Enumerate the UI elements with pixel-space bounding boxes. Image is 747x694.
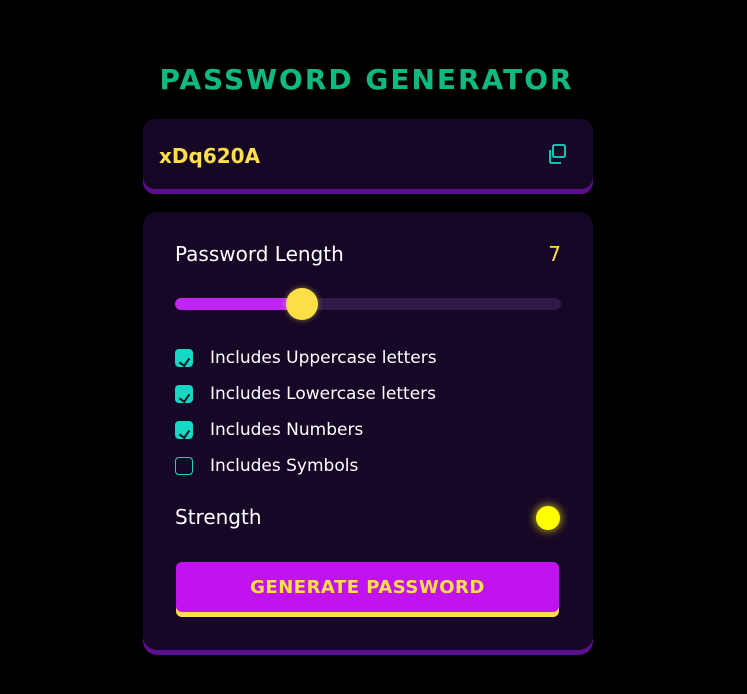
length-slider-fill — [175, 298, 303, 310]
password-length-label: Password Length — [175, 242, 344, 266]
numbers-checkbox[interactable] — [175, 421, 193, 440]
option-symbols[interactable]: Includes Symbols — [175, 454, 358, 478]
symbols-checkbox[interactable] — [175, 457, 193, 475]
check-icon — [178, 426, 191, 440]
strength-indicator — [536, 506, 560, 530]
option-numbers[interactable]: Includes Numbers — [175, 418, 363, 442]
page-title: PASSWORD GENERATOR — [159, 63, 574, 96]
check-icon — [178, 390, 191, 404]
length-slider[interactable] — [175, 288, 561, 320]
option-symbols-label: Includes Symbols — [210, 456, 359, 476]
password-generator-page: PASSWORD GENERATOR xDq620A Password Leng… — [0, 0, 747, 694]
password-length-value: 7 — [548, 242, 561, 266]
password-display: xDq620A — [143, 119, 593, 189]
generate-password-button-label: GENERATE PASSWORD — [250, 576, 485, 598]
option-lowercase-label: Includes Lowercase letters — [210, 384, 436, 404]
uppercase-checkbox[interactable] — [175, 349, 193, 368]
check-icon — [178, 354, 191, 368]
option-numbers-label: Includes Numbers — [210, 420, 364, 440]
generate-password-button[interactable]: GENERATE PASSWORD — [176, 562, 559, 612]
option-uppercase[interactable]: Includes Uppercase letters — [175, 346, 437, 370]
settings-panel: Password Length 7 Includes Uppercase let… — [143, 212, 593, 650]
copy-icon — [549, 144, 566, 164]
length-slider-thumb[interactable] — [286, 288, 319, 320]
strength-label: Strength — [175, 505, 262, 529]
option-lowercase[interactable]: Includes Lowercase letters — [175, 382, 436, 406]
generated-password-text: xDq620A — [159, 144, 261, 168]
option-uppercase-label: Includes Uppercase letters — [210, 348, 437, 368]
lowercase-checkbox[interactable] — [175, 385, 193, 404]
copy-button[interactable] — [546, 143, 568, 165]
